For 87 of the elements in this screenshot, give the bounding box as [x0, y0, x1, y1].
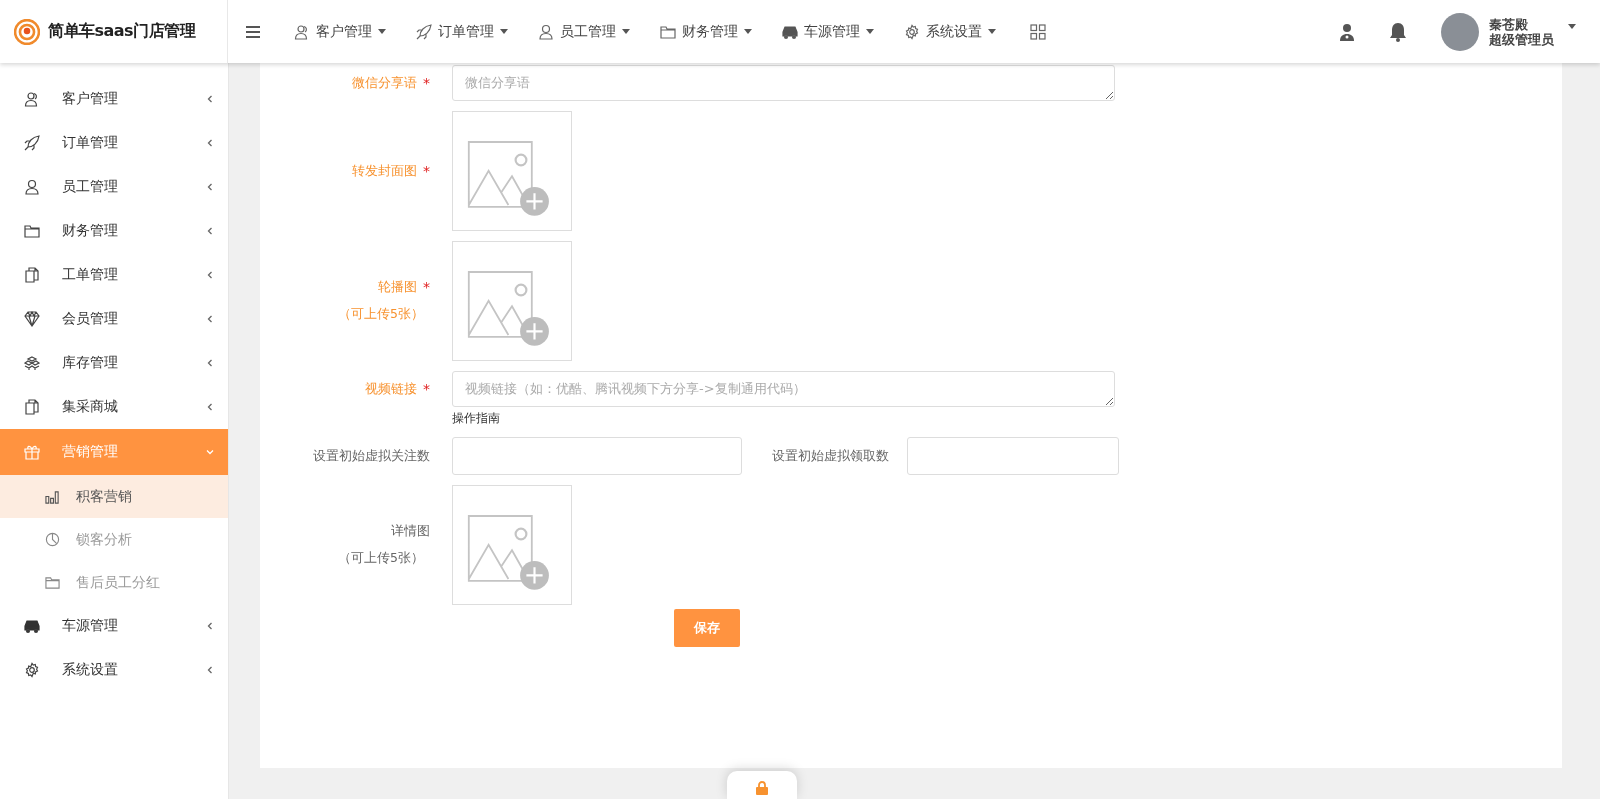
user-icon: [24, 179, 40, 195]
rocket-icon: [416, 23, 432, 40]
gift-icon: [24, 444, 40, 460]
lock-tab[interactable]: [727, 771, 797, 799]
chevron-icon: [206, 448, 214, 456]
diamond-icon: [24, 311, 40, 327]
chevron-icon: [206, 227, 214, 235]
users-icon: [294, 23, 310, 40]
folder-icon: [45, 575, 60, 590]
rocket-icon: [24, 135, 40, 151]
image-upload[interactable]: [452, 241, 572, 361]
sidebar-subitem[interactable]: 积客营销: [0, 475, 228, 518]
required-mark: *: [423, 279, 430, 296]
logo-icon: [14, 18, 40, 45]
car-icon: [24, 618, 40, 634]
nav-menu-item[interactable]: 员工管理: [526, 22, 642, 41]
user-name: 秦苍殿: [1489, 16, 1529, 32]
nav-menu-item[interactable]: 系统设置: [892, 22, 1008, 41]
required-mark: *: [423, 162, 430, 180]
support-agent-icon[interactable]: [1339, 22, 1355, 41]
avatar[interactable]: [1441, 12, 1479, 51]
caret-icon: [744, 29, 752, 34]
bell-icon[interactable]: [1389, 21, 1407, 42]
field-label: 转发封面图: [352, 162, 417, 180]
users-icon: [24, 91, 40, 107]
chevron-icon: [206, 183, 214, 191]
caret-icon: [500, 29, 508, 34]
nav-menu-item[interactable]: 车源管理: [770, 22, 886, 41]
field-label: 微信分享语: [352, 75, 417, 92]
user-role: 超级管理员: [1489, 31, 1554, 47]
lock-icon: [756, 781, 768, 795]
field-label: 视频链接: [365, 381, 417, 398]
input-field[interactable]: [452, 437, 742, 475]
caret-icon: [378, 29, 386, 34]
boxes-icon: [24, 355, 40, 371]
nav-menu-item[interactable]: 财务管理: [648, 22, 764, 41]
sidebar-item[interactable]: 工单管理: [0, 253, 228, 297]
caret-icon: [988, 29, 996, 34]
chevron-icon: [206, 403, 214, 411]
grid-icon[interactable]: [1030, 23, 1046, 40]
required-mark: *: [423, 75, 430, 92]
chevron-icon: [206, 359, 214, 367]
input-field[interactable]: [907, 437, 1119, 475]
copy-icon: [24, 399, 40, 415]
gear-icon: [904, 23, 920, 40]
field-note: （可上传5张）: [337, 306, 425, 323]
pie-icon: [45, 532, 60, 547]
copy-icon: [24, 267, 40, 283]
sidebar-item[interactable]: 财务管理: [0, 209, 228, 253]
sidebar-item[interactable]: 订单管理: [0, 121, 228, 165]
chevron-icon: [206, 139, 214, 147]
sidebar-item[interactable]: 客户管理: [0, 77, 228, 121]
nav-menu-item[interactable]: 订单管理: [404, 22, 520, 41]
caret-icon: [622, 29, 630, 34]
text-area[interactable]: 微信分享语: [452, 65, 1115, 101]
field-label: 设置初始虚拟关注数: [313, 447, 430, 465]
app-title: 简单车saas门店管理: [48, 21, 196, 42]
sidebar-item[interactable]: 车源管理: [0, 604, 228, 648]
sidebar-item[interactable]: 系统设置: [0, 648, 228, 692]
image-upload[interactable]: [452, 111, 572, 231]
chevron-icon: [206, 315, 214, 323]
chevron-icon: [206, 95, 214, 103]
folder-icon: [24, 223, 40, 239]
gear-icon: [24, 662, 40, 678]
sidebar-item[interactable]: 员工管理: [0, 165, 228, 209]
menu-icon[interactable]: [246, 25, 260, 38]
chevron-icon: [206, 271, 214, 279]
caret-icon[interactable]: [1568, 24, 1576, 29]
sidebar-item[interactable]: 库存管理: [0, 341, 228, 385]
image-upload[interactable]: [452, 485, 572, 605]
caret-icon: [866, 29, 874, 34]
field-label: 详情图: [391, 523, 430, 540]
field-label: 轮播图: [378, 279, 417, 296]
user-icon: [538, 23, 554, 40]
guide-link[interactable]: 操作指南: [452, 410, 1562, 427]
text-area[interactable]: 视频链接（如：优酷、腾讯视频下方分享->复制通用代码）: [452, 371, 1115, 407]
sidebar-item[interactable]: 集采商城: [0, 385, 228, 429]
field-label: 设置初始虚拟领取数: [772, 447, 889, 465]
folder-icon: [660, 23, 676, 40]
chevron-icon: [206, 666, 214, 674]
bars-icon: [45, 489, 60, 504]
required-mark: *: [423, 381, 430, 398]
field-note: （可上传5张）: [337, 550, 425, 567]
sidebar-item[interactable]: 会员管理: [0, 297, 228, 341]
nav-menu-item[interactable]: 客户管理: [282, 22, 398, 41]
car-icon: [782, 23, 798, 40]
chevron-icon: [206, 622, 214, 630]
